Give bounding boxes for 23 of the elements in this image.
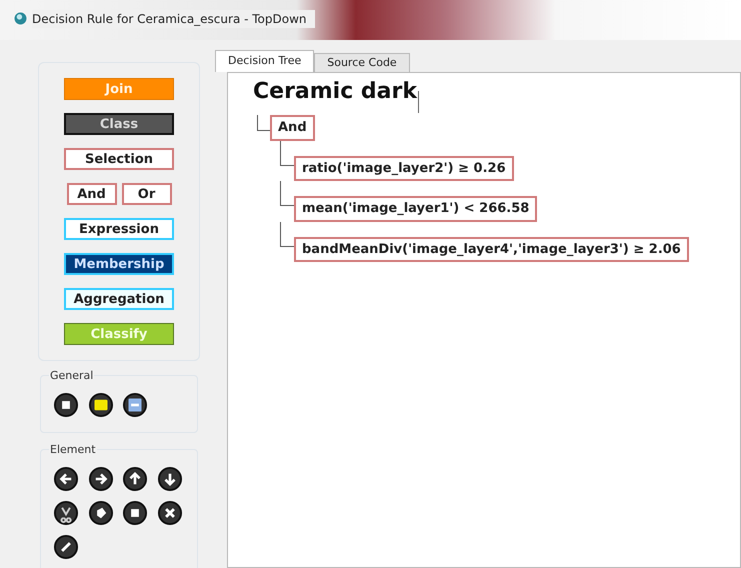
palette-button[interactable]: Class xyxy=(64,113,174,135)
tree-node[interactable]: mean('image_layer1') < 266.58 xyxy=(294,196,538,222)
tab[interactable]: Decision Tree xyxy=(215,50,314,72)
tree-node[interactable]: ratio('image_layer2') ≥ 0.26 xyxy=(294,156,514,181)
disk-icon[interactable] xyxy=(122,392,148,418)
scissors-icon[interactable] xyxy=(53,500,79,526)
palette-button[interactable]: Expression xyxy=(64,218,174,240)
palette-button[interactable]: Selection xyxy=(64,148,174,170)
tree-title: Ceramic dark xyxy=(253,78,418,106)
app-icon xyxy=(14,12,27,25)
tree-node[interactable]: bandMeanDiv('image_layer4','image_layer3') ≥ 2.06 xyxy=(294,236,689,262)
palette-button[interactable]: Membership xyxy=(64,253,174,275)
text-cursor xyxy=(418,91,420,113)
pencil-icon[interactable] xyxy=(53,534,79,560)
tab[interactable]: Source Code xyxy=(314,53,410,72)
palette-button[interactable]: And xyxy=(66,183,116,205)
window-title: Decision Rule for Ceramica_escura - TopDown xyxy=(32,10,315,28)
folder-icon[interactable] xyxy=(88,392,114,418)
palette-button[interactable]: Aggregation xyxy=(64,288,174,310)
shape-icon[interactable] xyxy=(88,500,114,526)
palette-button[interactable]: Or xyxy=(122,183,172,205)
tree-node[interactable]: And xyxy=(270,115,315,140)
close-icon[interactable] xyxy=(156,500,182,526)
